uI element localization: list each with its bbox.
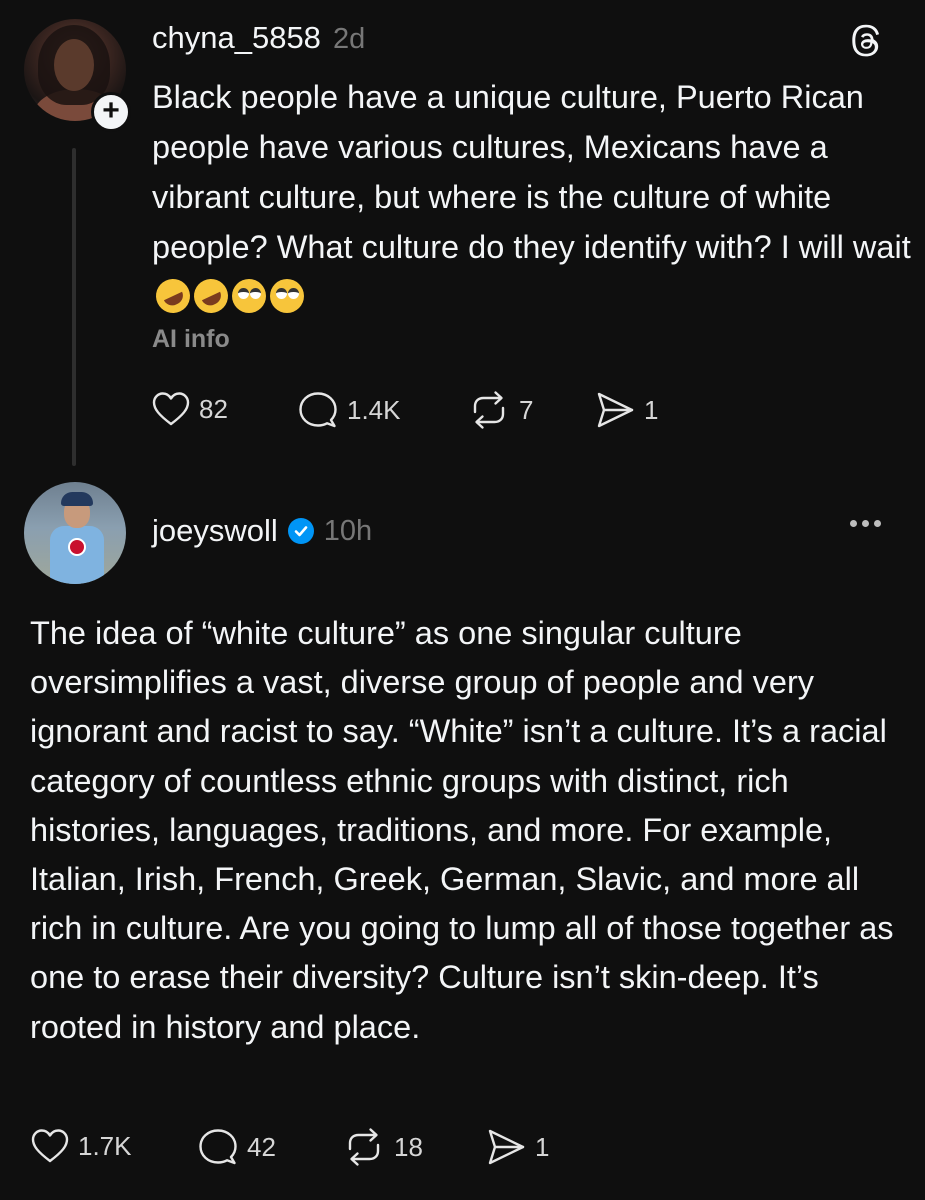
more-dots-icon[interactable] xyxy=(850,520,881,527)
ai-info-link[interactable]: AI info xyxy=(152,325,230,354)
share-button[interactable]: 1 xyxy=(594,390,658,430)
post-text: Black people have a unique culture, Puer… xyxy=(152,79,911,265)
rofl-emoji-icon xyxy=(150,273,196,319)
comment-icon xyxy=(199,1129,237,1165)
like-button[interactable]: 82 xyxy=(151,390,228,428)
send-icon xyxy=(597,392,634,428)
rofl-emoji-icon xyxy=(188,273,234,319)
post-header: chyna_5858 2d xyxy=(152,20,365,56)
reply-count: 42 xyxy=(247,1131,276,1162)
comment-icon xyxy=(299,392,337,428)
post-text: The idea of “white culture” as one singu… xyxy=(30,615,894,1045)
eye-roll-emoji-icon xyxy=(232,279,266,313)
repost-button[interactable]: 18 xyxy=(342,1127,423,1167)
heart-icon xyxy=(31,1129,69,1163)
post-body: Black people have a unique culture, Puer… xyxy=(150,72,912,322)
reply-button[interactable]: 42 xyxy=(197,1127,276,1167)
share-button[interactable]: 1 xyxy=(485,1127,549,1167)
send-icon xyxy=(488,1129,525,1165)
like-count: 1.7K xyxy=(78,1130,132,1161)
repost-count: 7 xyxy=(519,394,534,425)
threads-logo-icon[interactable] xyxy=(849,22,885,58)
timestamp: 2d xyxy=(332,23,366,55)
plus-icon[interactable]: + xyxy=(91,92,131,132)
verified-badge-icon xyxy=(287,518,314,544)
share-count: 1 xyxy=(644,394,659,425)
username[interactable]: chyna_5858 xyxy=(152,20,321,56)
thread-line xyxy=(72,148,76,466)
reply-count: 1.4K xyxy=(347,394,401,425)
post-header: joeyswoll 10h xyxy=(152,513,372,549)
repost-count: 18 xyxy=(394,1131,423,1162)
eye-roll-emoji-icon xyxy=(270,279,304,313)
reply-button[interactable]: 1.4K xyxy=(297,390,401,430)
timestamp: 10h xyxy=(323,514,373,547)
username[interactable]: joeyswoll xyxy=(152,513,278,549)
like-button[interactable]: 1.7K xyxy=(30,1127,132,1165)
repost-icon xyxy=(473,391,505,429)
repost-icon xyxy=(348,1128,380,1166)
heart-icon xyxy=(152,392,190,426)
avatar[interactable] xyxy=(24,482,126,584)
share-count: 1 xyxy=(535,1131,550,1162)
like-count: 82 xyxy=(199,393,228,424)
repost-button[interactable]: 7 xyxy=(467,390,533,430)
